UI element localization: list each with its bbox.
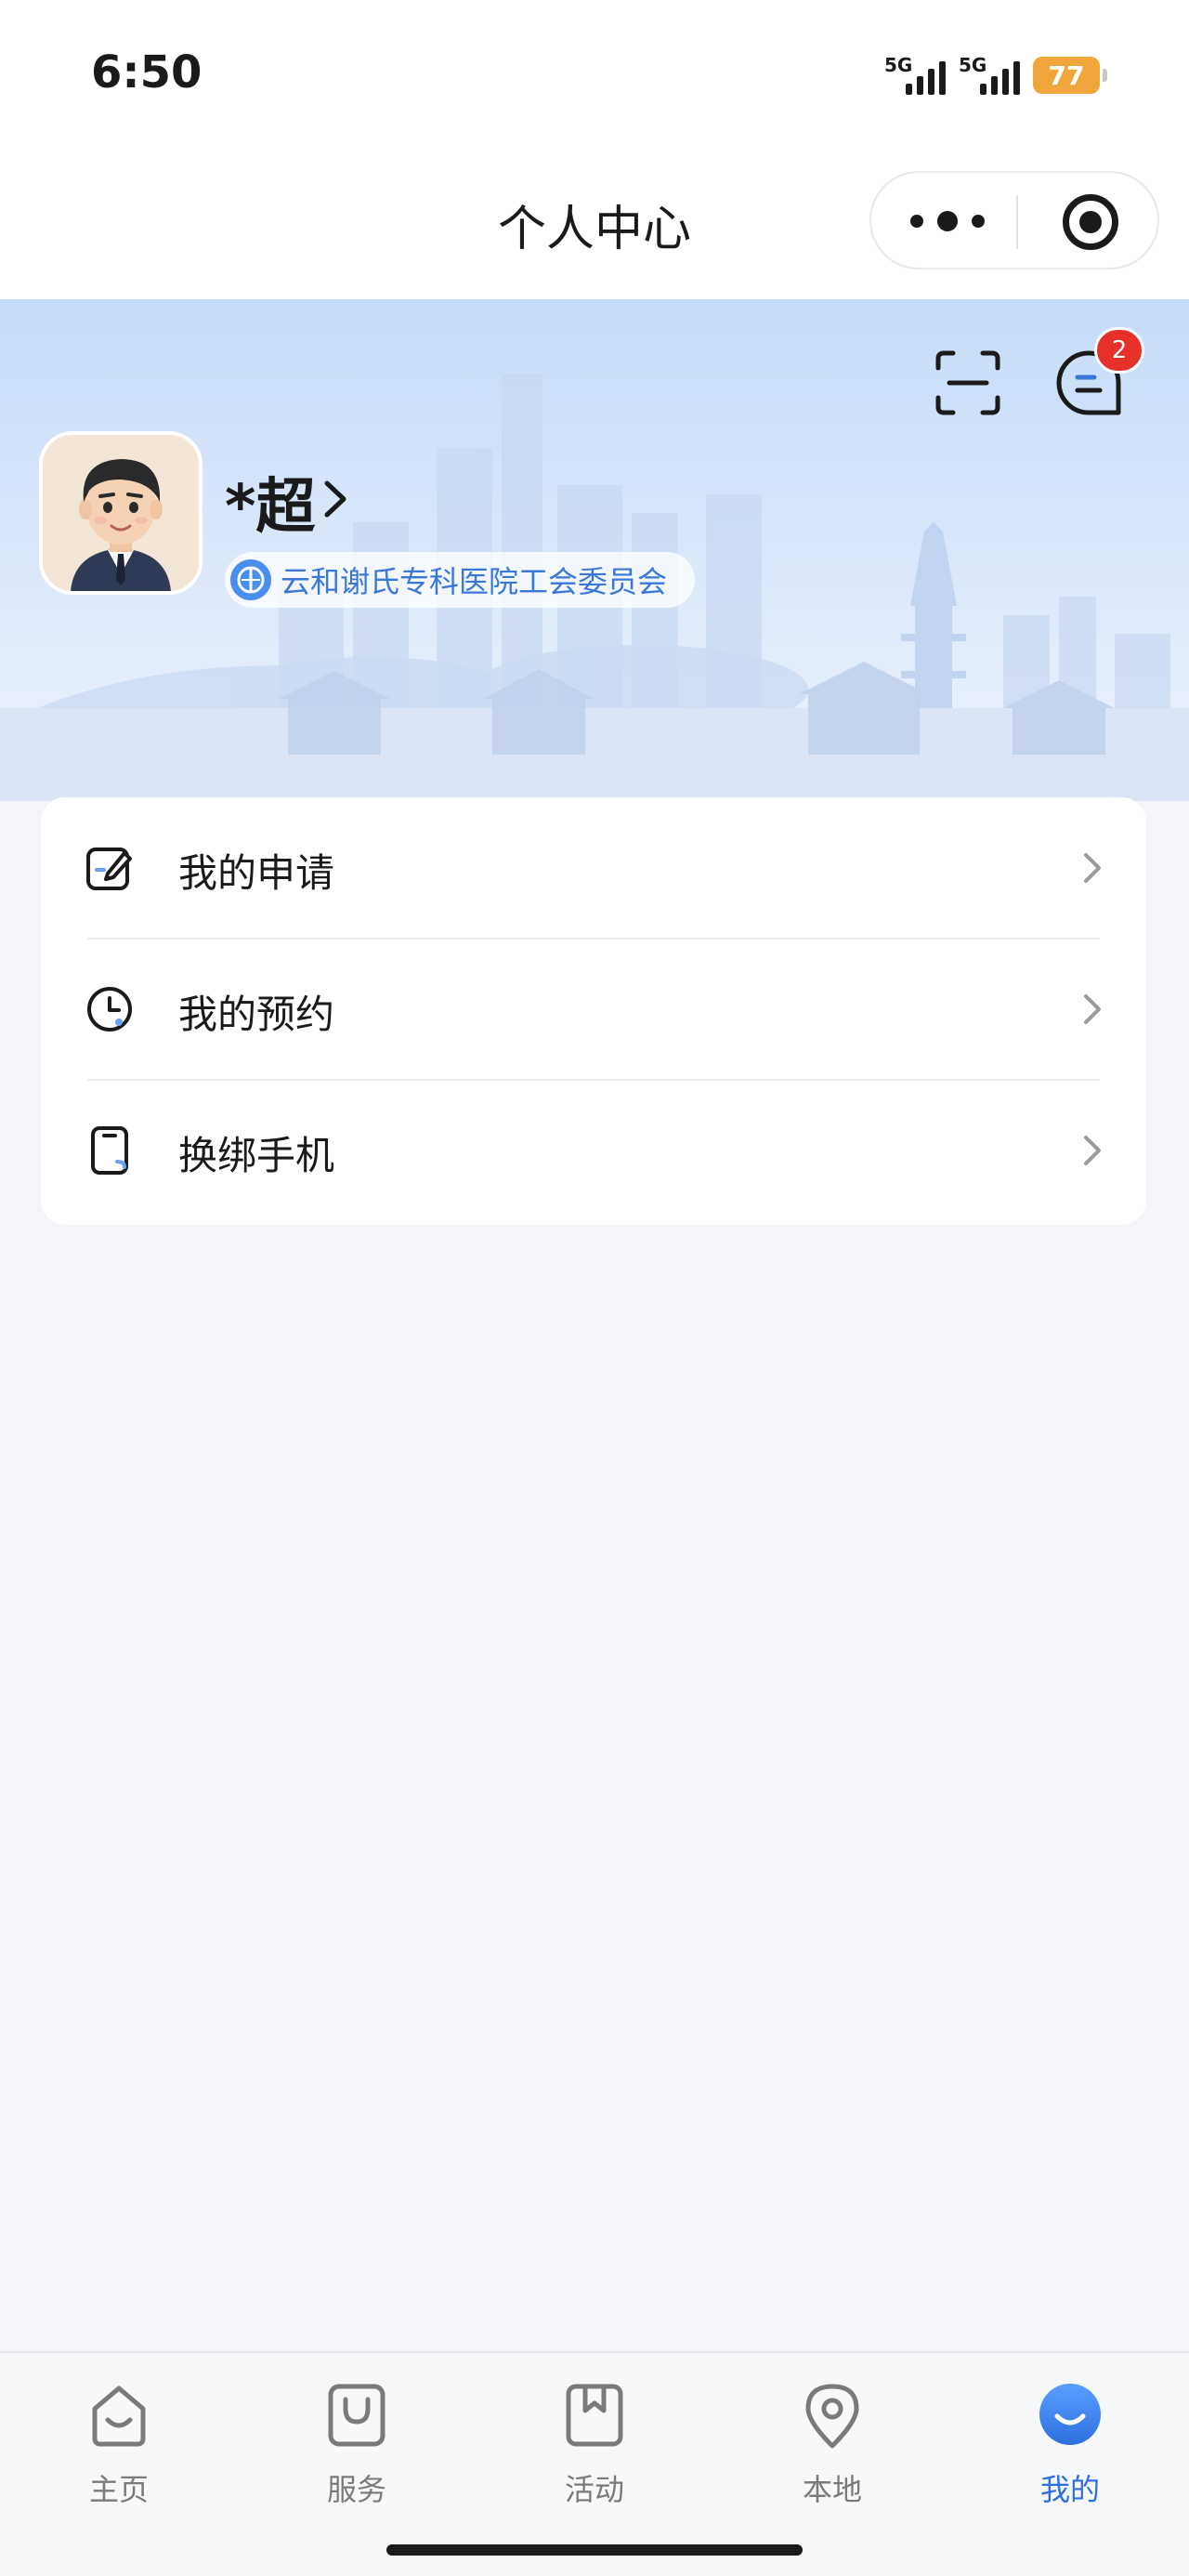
tab-home[interactable]: 主页 bbox=[0, 2353, 238, 2530]
organization-tag: 云和谢氏专科医院工会委员会 bbox=[225, 552, 696, 608]
bag-icon bbox=[328, 2384, 385, 2447]
bottom-tab-bar: 主页 服务 活动 本地 我的 bbox=[0, 2351, 1189, 2576]
menu-item-label: 换绑手机 bbox=[178, 1133, 335, 1178]
tab-label: 本地 bbox=[802, 2472, 862, 2507]
menu-card: 我的申请 我的预约 换绑手机 bbox=[41, 797, 1146, 1225]
unread-badge: 2 bbox=[1094, 327, 1144, 374]
menu-item-my-appointments[interactable]: 我的预约 bbox=[41, 939, 1146, 1080]
organization-name: 云和谢氏专科医院工会委员会 bbox=[281, 564, 668, 599]
chevron-right-icon bbox=[1084, 994, 1101, 1024]
bookmark-icon bbox=[566, 2384, 623, 2447]
signal-5g-icon: 5G bbox=[959, 54, 1020, 97]
home-icon bbox=[92, 2385, 146, 2447]
edit-icon bbox=[86, 848, 132, 890]
tab-local[interactable]: 本地 bbox=[713, 2353, 951, 2530]
tab-label: 服务 bbox=[326, 2472, 386, 2507]
tab-services[interactable]: 服务 bbox=[238, 2353, 476, 2530]
menu-item-label: 我的申请 bbox=[178, 850, 335, 896]
chevron-right-icon bbox=[1084, 853, 1101, 883]
location-icon bbox=[805, 2384, 859, 2449]
tab-activities[interactable]: 活动 bbox=[476, 2353, 713, 2530]
chevron-right-icon[interactable] bbox=[320, 476, 351, 522]
nav-bar: 个人中心 bbox=[0, 149, 1189, 299]
more-dots-icon[interactable] bbox=[910, 204, 985, 238]
avatar[interactable] bbox=[39, 431, 203, 595]
user-name[interactable]: *超 bbox=[225, 459, 315, 545]
menu-item-label: 我的预约 bbox=[178, 992, 335, 1037]
profile-icon bbox=[1039, 2384, 1101, 2445]
tab-label: 我的 bbox=[1039, 2472, 1100, 2507]
tab-label: 主页 bbox=[88, 2472, 149, 2507]
mini-program-capsule bbox=[869, 171, 1159, 269]
menu-item-my-applications[interactable]: 我的申请 bbox=[41, 797, 1146, 939]
phone-icon bbox=[91, 1126, 128, 1175]
capsule-divider bbox=[1016, 195, 1018, 249]
status-bar: 6:50 5G 5G 77 bbox=[0, 0, 1189, 149]
signal-5g-icon: 5G bbox=[884, 54, 946, 97]
tab-label: 活动 bbox=[564, 2472, 624, 2507]
menu-item-change-phone[interactable]: 换绑手机 bbox=[41, 1080, 1146, 1221]
home-indicator bbox=[386, 2544, 803, 2556]
chevron-right-icon bbox=[1084, 1136, 1101, 1165]
tab-mine[interactable]: 我的 bbox=[951, 2353, 1189, 2530]
clock-icon bbox=[87, 987, 132, 1032]
battery-icon: 77 bbox=[1033, 57, 1107, 94]
union-emblem-icon bbox=[230, 559, 271, 600]
scan-icon[interactable] bbox=[933, 348, 1003, 418]
avatar-illustration bbox=[43, 435, 199, 591]
status-indicators: 5G 5G 77 bbox=[884, 54, 1107, 97]
target-icon[interactable] bbox=[1063, 194, 1118, 250]
status-time: 6:50 bbox=[91, 46, 203, 99]
